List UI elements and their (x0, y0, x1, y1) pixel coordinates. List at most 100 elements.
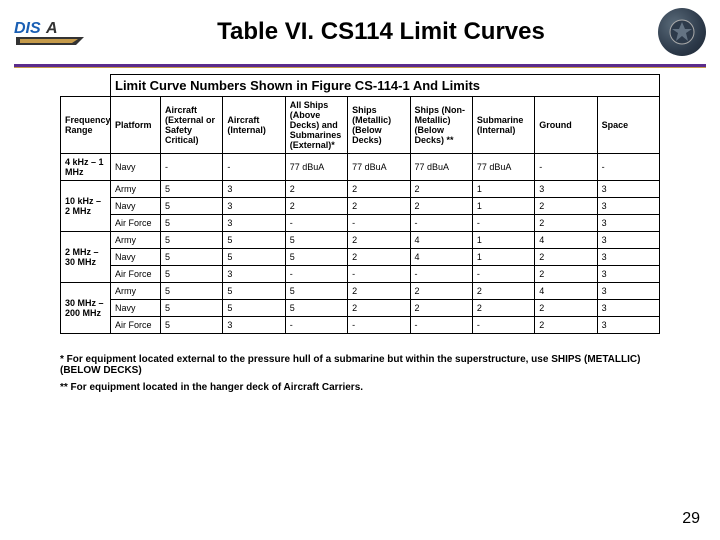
table-row: Navy 5 3 2 2 2 1 2 3 (61, 198, 660, 215)
data-cell: 2 (472, 300, 534, 317)
table-row: 30 MHz – 200 MHz Army 5 5 5 2 2 2 4 3 (61, 283, 660, 300)
data-cell: 2 (535, 198, 597, 215)
platform-cell: Army (111, 283, 161, 300)
data-cell: 77 dBuA (285, 154, 347, 181)
data-cell: 5 (161, 300, 223, 317)
data-cell: 2 (410, 283, 472, 300)
data-cell: 4 (410, 249, 472, 266)
data-cell: 3 (223, 181, 285, 198)
data-cell: - (285, 215, 347, 232)
data-cell: 3 (597, 283, 659, 300)
data-cell: 3 (597, 300, 659, 317)
data-cell: 2 (348, 300, 410, 317)
data-cell: 2 (285, 198, 347, 215)
platform-cell: Air Force (111, 215, 161, 232)
data-cell: 2 (410, 300, 472, 317)
data-cell: 3 (223, 266, 285, 283)
divider (14, 64, 706, 68)
data-cell: 5 (161, 266, 223, 283)
data-cell: - (472, 317, 534, 334)
col-header: Aircraft (External or Safety Critical) (161, 97, 223, 154)
table-body: 4 kHz – 1 MHz Navy - - 77 dBuA 77 dBuA 7… (61, 154, 660, 334)
data-cell: 3 (597, 317, 659, 334)
data-cell: 5 (161, 215, 223, 232)
data-cell: 2 (348, 249, 410, 266)
data-cell: 3 (597, 215, 659, 232)
page-title: Table VI. CS114 Limit Curves (104, 18, 658, 46)
freq-cell: 10 kHz – 2 MHz (61, 181, 111, 232)
data-cell: 77 dBuA (472, 154, 534, 181)
data-cell: - (410, 317, 472, 334)
svg-text:DIS: DIS (14, 20, 41, 37)
freq-cell: 4 kHz – 1 MHz (61, 154, 111, 181)
data-cell: 2 (535, 317, 597, 334)
data-cell: - (535, 154, 597, 181)
slide: DIS A Table VI. CS114 Limit Curves (0, 0, 720, 540)
table-row: Navy 5 5 5 2 2 2 2 3 (61, 300, 660, 317)
data-cell: - (348, 215, 410, 232)
col-header: Ships (Non-Metallic) (Below Decks) ** (410, 97, 472, 154)
data-cell: 2 (535, 215, 597, 232)
data-cell: 4 (535, 232, 597, 249)
platform-cell: Army (111, 181, 161, 198)
data-cell: 2 (348, 283, 410, 300)
table-row: 10 kHz – 2 MHz Army 5 3 2 2 2 1 3 3 (61, 181, 660, 198)
data-cell: 1 (472, 198, 534, 215)
data-cell: 77 dBuA (410, 154, 472, 181)
platform-header: Platform (111, 97, 161, 154)
data-cell: 2 (348, 181, 410, 198)
data-cell: 5 (223, 249, 285, 266)
data-cell: - (161, 154, 223, 181)
data-cell: 2 (535, 300, 597, 317)
data-cell: 1 (472, 249, 534, 266)
data-cell: 3 (597, 181, 659, 198)
data-cell: 3 (597, 232, 659, 249)
data-cell: - (348, 266, 410, 283)
platform-cell: Navy (111, 154, 161, 181)
footnotes: * For equipment located external to the … (0, 334, 720, 393)
data-cell: 2 (348, 232, 410, 249)
data-cell: - (597, 154, 659, 181)
content: Limit Curve Numbers Shown in Figure CS-1… (0, 74, 720, 334)
platform-cell: Air Force (111, 317, 161, 334)
table-row: Air Force 5 3 - - - - 2 3 (61, 215, 660, 232)
data-cell: 3 (535, 181, 597, 198)
blank-corner (61, 75, 111, 97)
data-cell: 5 (285, 300, 347, 317)
table-row: Navy 5 5 5 2 4 1 2 3 (61, 249, 660, 266)
data-cell: - (472, 215, 534, 232)
data-cell: - (348, 317, 410, 334)
data-cell: - (285, 266, 347, 283)
platform-cell: Navy (111, 300, 161, 317)
data-cell: 5 (161, 181, 223, 198)
platform-cell: Army (111, 232, 161, 249)
data-cell: 2 (535, 249, 597, 266)
data-cell: 2 (410, 181, 472, 198)
data-cell: 3 (223, 198, 285, 215)
platform-cell: Navy (111, 198, 161, 215)
data-cell: 3 (223, 215, 285, 232)
data-cell: - (285, 317, 347, 334)
data-cell: 4 (410, 232, 472, 249)
platform-cell: Air Force (111, 266, 161, 283)
table-row: Air Force 5 3 - - - - 2 3 (61, 317, 660, 334)
data-cell: 5 (223, 232, 285, 249)
data-cell: 77 dBuA (348, 154, 410, 181)
footnote-1: * For equipment located external to the … (60, 354, 660, 376)
data-cell: 5 (223, 300, 285, 317)
col-header: All Ships (Above Decks) and Submarines (… (285, 97, 347, 154)
data-cell: 5 (161, 232, 223, 249)
data-cell: 3 (223, 317, 285, 334)
footnote-2: ** For equipment located in the hanger d… (60, 382, 660, 393)
col-header: Aircraft (Internal) (223, 97, 285, 154)
agency-seal-icon (658, 8, 706, 56)
data-cell: 4 (535, 283, 597, 300)
data-cell: 5 (161, 198, 223, 215)
data-cell: 2 (472, 283, 534, 300)
table-row: 4 kHz – 1 MHz Navy - - 77 dBuA 77 dBuA 7… (61, 154, 660, 181)
data-cell: - (472, 266, 534, 283)
data-cell: 5 (285, 283, 347, 300)
col-header: Ground (535, 97, 597, 154)
col-header: Space (597, 97, 659, 154)
data-cell: 5 (285, 249, 347, 266)
